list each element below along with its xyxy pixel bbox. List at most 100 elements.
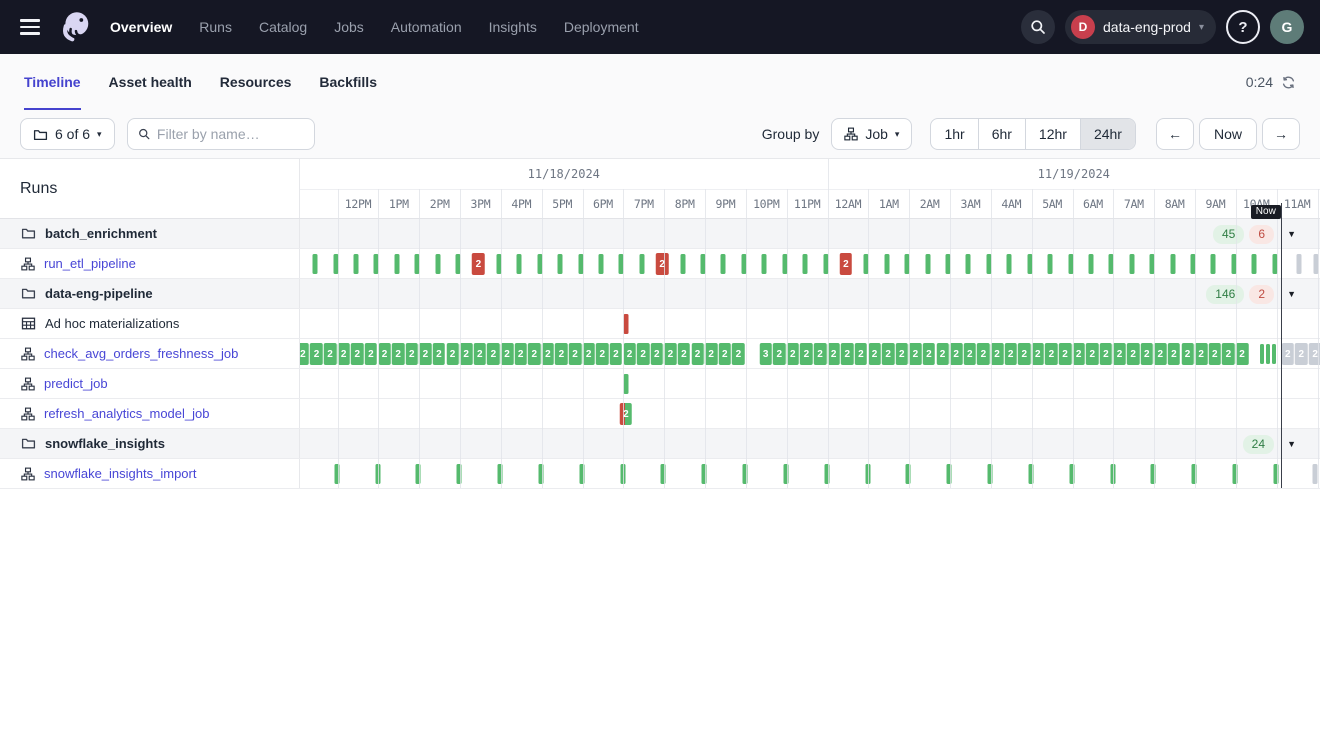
run-block[interactable]: 2 <box>392 343 405 365</box>
run-tick[interactable] <box>741 254 746 274</box>
range-24hr[interactable]: 24hr <box>1080 119 1135 149</box>
nav-item-jobs[interactable]: Jobs <box>334 19 364 35</box>
search-button[interactable] <box>1021 10 1055 44</box>
run-tick[interactable] <box>823 254 828 274</box>
run-tick[interactable] <box>906 464 911 484</box>
run-block[interactable]: 2 <box>501 343 514 365</box>
run-tick[interactable] <box>1211 254 1216 274</box>
run-tick[interactable] <box>639 254 644 274</box>
run-block[interactable]: 2 <box>637 343 650 365</box>
run-block[interactable]: 2 <box>1281 343 1294 365</box>
run-block[interactable]: 2 <box>300 343 309 365</box>
run-block[interactable]: 2 <box>1154 343 1167 365</box>
run-block[interactable]: 2 <box>582 343 595 365</box>
run-block[interactable]: 2 <box>405 343 418 365</box>
run-tick[interactable] <box>537 254 542 274</box>
run-tick[interactable] <box>558 254 563 274</box>
run-tick[interactable] <box>1313 254 1318 274</box>
job-name-link[interactable]: refresh_analytics_model_job <box>44 406 209 421</box>
run-block[interactable]: 2 <box>882 343 895 365</box>
run-tick[interactable] <box>824 464 829 484</box>
run-block[interactable]: 2 <box>1168 343 1181 365</box>
run-block[interactable]: 2 <box>514 343 527 365</box>
run-tick[interactable] <box>457 464 462 484</box>
run-block[interactable]: 2 <box>1072 343 1085 365</box>
run-tick[interactable] <box>1273 464 1278 484</box>
run-block[interactable]: 2 <box>868 343 881 365</box>
run-block[interactable]: 2 <box>950 343 963 365</box>
run-block[interactable]: 2 <box>1209 343 1222 365</box>
run-tick[interactable] <box>1231 254 1236 274</box>
run-tick[interactable] <box>415 254 420 274</box>
run-block[interactable]: 2 <box>419 343 432 365</box>
run-block[interactable]: 2 <box>840 253 853 275</box>
run-tick[interactable] <box>905 254 910 274</box>
run-block[interactable]: 2 <box>351 343 364 365</box>
run-block[interactable]: 2 <box>787 343 800 365</box>
collapse-caret-icon[interactable]: ▼ <box>1287 429 1296 458</box>
run-block[interactable]: 2 <box>1032 343 1045 365</box>
run-block[interactable]: 2 <box>678 343 691 365</box>
nav-item-catalog[interactable]: Catalog <box>259 19 307 35</box>
user-avatar[interactable]: G <box>1270 10 1304 44</box>
tab-asset-health[interactable]: Asset health <box>109 54 192 110</box>
run-tick[interactable] <box>1297 254 1302 274</box>
run-block[interactable]: 2 <box>555 343 568 365</box>
run-tick[interactable] <box>1151 464 1156 484</box>
run-block[interactable]: 2 <box>324 343 337 365</box>
run-tick[interactable] <box>623 374 628 394</box>
run-tick[interactable] <box>865 464 870 484</box>
run-tick[interactable] <box>1007 254 1012 274</box>
run-block[interactable]: 2 <box>656 253 669 275</box>
run-tick[interactable] <box>701 254 706 274</box>
run-tick[interactable] <box>782 254 787 274</box>
range-1hr[interactable]: 1hr <box>931 119 977 149</box>
run-tick[interactable] <box>1272 344 1276 364</box>
run-block[interactable]: 2 <box>1140 343 1153 365</box>
run-block[interactable]: 2 <box>1127 343 1140 365</box>
timeline-prev-button[interactable]: ← <box>1156 118 1194 150</box>
run-block[interactable]: 2 <box>1100 343 1113 365</box>
run-block[interactable]: 2 <box>596 343 609 365</box>
range-6hr[interactable]: 6hr <box>978 119 1025 149</box>
run-block[interactable]: 2 <box>528 343 541 365</box>
run-block[interactable]: 2 <box>841 343 854 365</box>
run-tick[interactable] <box>803 254 808 274</box>
run-tick[interactable] <box>394 254 399 274</box>
run-tick[interactable] <box>619 254 624 274</box>
dagster-logo[interactable] <box>56 7 96 47</box>
run-tick[interactable] <box>1088 254 1093 274</box>
run-block[interactable]: 2 <box>460 343 473 365</box>
run-block[interactable]: 2 <box>378 343 391 365</box>
nav-item-overview[interactable]: Overview <box>110 19 172 35</box>
run-block[interactable]: 2 <box>569 343 582 365</box>
run-tick[interactable] <box>353 254 358 274</box>
run-block[interactable]: 2 <box>310 343 323 365</box>
run-block[interactable]: 2 <box>923 343 936 365</box>
run-tick[interactable] <box>578 254 583 274</box>
hamburger-menu-icon[interactable] <box>16 10 50 44</box>
job-name-link[interactable]: run_etl_pipeline <box>44 256 136 271</box>
run-tick[interactable] <box>416 464 421 484</box>
run-block[interactable]: 2 <box>474 343 487 365</box>
run-tick[interactable] <box>1170 254 1175 274</box>
run-tick[interactable] <box>538 464 543 484</box>
job-name-link[interactable]: check_avg_orders_freshness_job <box>44 346 238 361</box>
range-12hr[interactable]: 12hr <box>1025 119 1080 149</box>
nav-item-deployment[interactable]: Deployment <box>564 19 639 35</box>
run-tick[interactable] <box>1150 254 1155 274</box>
run-block[interactable]: 2 <box>1086 343 1099 365</box>
run-tick[interactable] <box>1027 254 1032 274</box>
run-block[interactable]: 2 <box>650 343 663 365</box>
run-tick[interactable] <box>1313 464 1318 484</box>
run-tick[interactable] <box>1048 254 1053 274</box>
run-tick[interactable] <box>623 314 628 334</box>
timeline-now-button[interactable]: Now <box>1199 118 1257 150</box>
run-tick[interactable] <box>435 254 440 274</box>
tab-timeline[interactable]: Timeline <box>24 54 81 110</box>
run-block[interactable]: 2 <box>991 343 1004 365</box>
run-block[interactable]: 2 <box>705 343 718 365</box>
filter-by-name-input[interactable] <box>157 126 304 142</box>
run-block[interactable]: 2 <box>1004 343 1017 365</box>
run-tick[interactable] <box>661 464 666 484</box>
